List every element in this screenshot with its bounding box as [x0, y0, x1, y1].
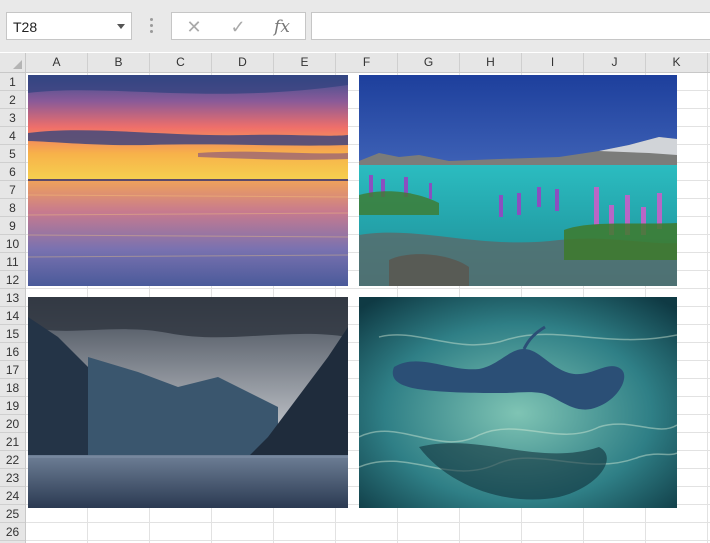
name-box[interactable]: T28 — [6, 12, 132, 40]
enter-icon[interactable]: ✓ — [226, 16, 250, 38]
mountain-lake-with-lupins-picture[interactable] — [359, 75, 677, 286]
formula-buttons: ✕ ✓ fx — [171, 12, 306, 40]
row-header[interactable]: 20 — [0, 415, 25, 433]
name-box-dropdown-icon[interactable] — [117, 24, 125, 29]
formula-bar-grip-icon[interactable] — [148, 18, 154, 34]
row-header[interactable]: 10 — [0, 235, 25, 253]
row-header[interactable]: 3 — [0, 109, 25, 127]
row-header[interactable]: 9 — [0, 217, 25, 235]
row-header[interactable]: 21 — [0, 433, 25, 451]
cancel-icon[interactable]: ✕ — [182, 16, 206, 38]
column-header-h[interactable]: H — [460, 53, 522, 72]
row-header[interactable]: 25 — [0, 505, 25, 523]
row-header[interactable]: 17 — [0, 361, 25, 379]
row-header[interactable]: 16 — [0, 343, 25, 361]
column-header-a[interactable]: A — [26, 53, 88, 72]
column-header-g[interactable]: G — [398, 53, 460, 72]
row-header[interactable]: 5 — [0, 145, 25, 163]
name-box-value: T28 — [13, 19, 38, 35]
formula-bar-area: T28 ✕ ✓ fx — [0, 0, 710, 52]
column-header-c[interactable]: C — [150, 53, 212, 72]
column-header-j[interactable]: J — [584, 53, 646, 72]
row-header[interactable]: 18 — [0, 379, 25, 397]
column-header-b[interactable]: B — [88, 53, 150, 72]
row-header[interactable]: 24 — [0, 487, 25, 505]
row-header[interactable]: 22 — [0, 451, 25, 469]
row-header[interactable]: 12 — [0, 271, 25, 289]
sunset-over-water-picture[interactable] — [28, 75, 348, 286]
row-header[interactable]: 13 — [0, 289, 25, 307]
row-header[interactable]: 11 — [0, 253, 25, 271]
column-header-i[interactable]: I — [522, 53, 584, 72]
column-header-e[interactable]: E — [274, 53, 336, 72]
column-header-d[interactable]: D — [212, 53, 274, 72]
row-header[interactable]: 4 — [0, 127, 25, 145]
row-header[interactable]: 26 — [0, 523, 25, 541]
insert-function-button[interactable]: fx — [270, 16, 294, 38]
row-header[interactable]: 23 — [0, 469, 25, 487]
column-header-f[interactable]: F — [336, 53, 398, 72]
fjord-picture[interactable] — [28, 297, 348, 508]
stingray-underwater-picture[interactable] — [359, 297, 677, 508]
row-header[interactable]: 1 — [0, 73, 25, 91]
select-all-button[interactable] — [0, 53, 26, 73]
column-headers: A B C D E F G H I J K — [26, 53, 710, 73]
formula-input[interactable] — [311, 12, 710, 40]
row-header[interactable]: 6 — [0, 163, 25, 181]
row-header[interactable]: 2 — [0, 91, 25, 109]
row-header[interactable]: 19 — [0, 397, 25, 415]
row-header[interactable]: 7 — [0, 181, 25, 199]
row-header[interactable]: 8 — [0, 199, 25, 217]
row-header[interactable]: 15 — [0, 325, 25, 343]
column-header-k[interactable]: K — [646, 53, 708, 72]
row-headers: 1 2 3 4 5 6 7 8 9 10 11 12 13 14 15 16 1… — [0, 73, 26, 543]
row-header[interactable]: 14 — [0, 307, 25, 325]
select-all-triangle-icon — [13, 60, 22, 69]
